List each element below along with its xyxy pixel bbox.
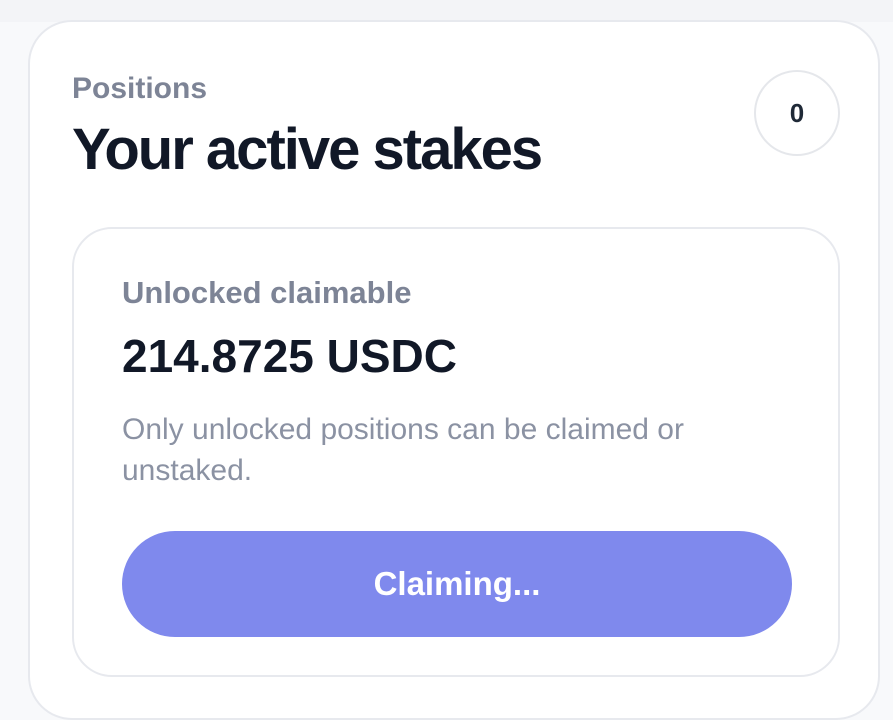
stake-count-badge: 0 <box>754 70 840 156</box>
claimable-note: Only unlocked positions can be claimed o… <box>122 413 684 487</box>
claimable-card: Unlocked claimable 214.8725 USDC Only un… <box>72 227 840 677</box>
claimable-label: Unlocked claimable <box>122 275 412 310</box>
claimable-amount: 214.8725 USDC <box>122 330 457 382</box>
top-strip <box>0 0 893 22</box>
section-eyebrow: Positions <box>72 72 208 105</box>
claim-button[interactable]: Claiming... <box>122 531 792 637</box>
page-title: Your active stakes <box>72 117 543 182</box>
positions-card: Positions Your active stakes 0 Unlocked … <box>28 20 880 720</box>
